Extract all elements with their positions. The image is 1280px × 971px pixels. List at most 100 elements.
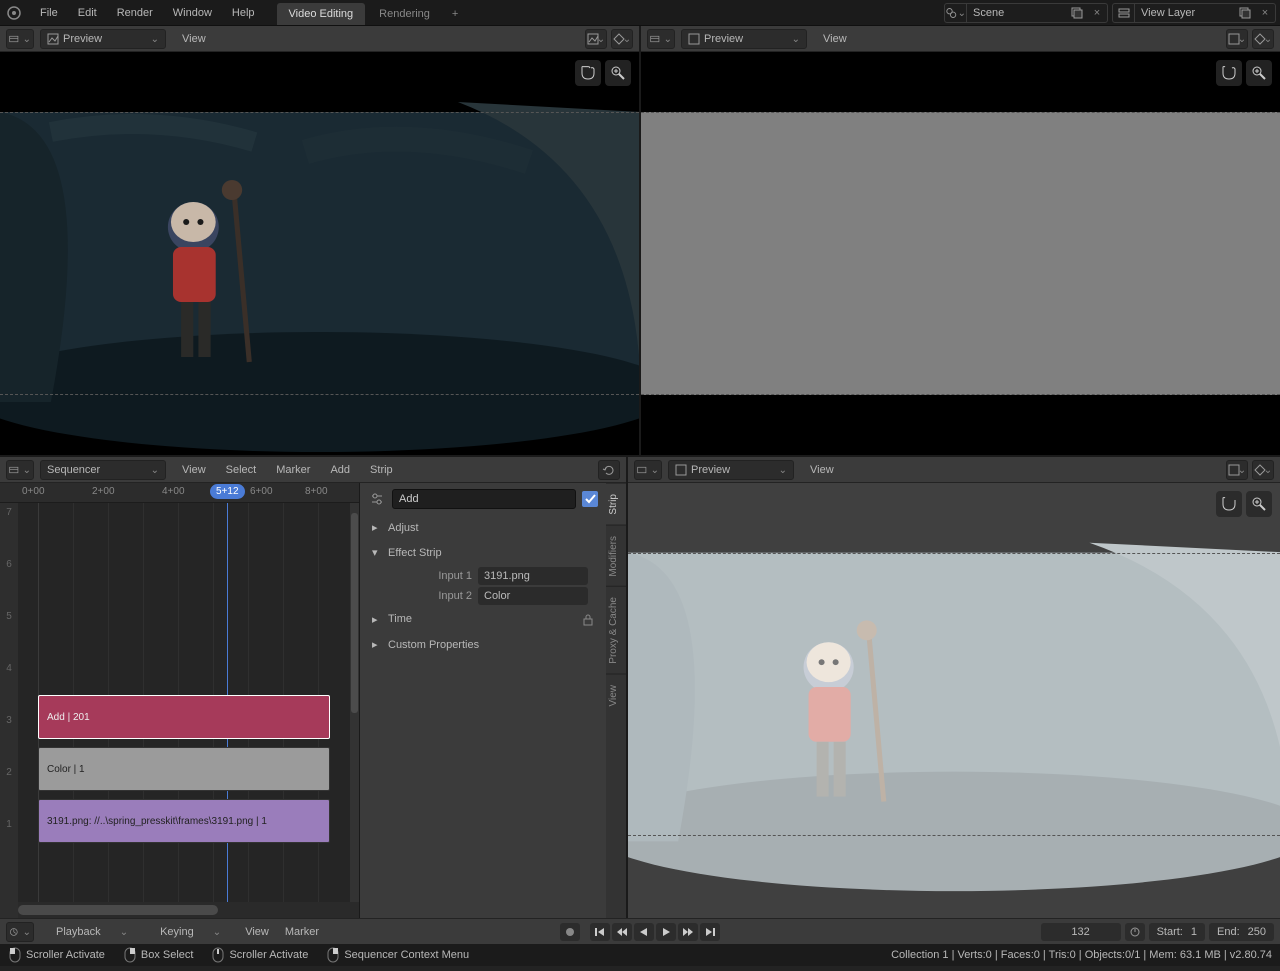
play-reverse-button[interactable] xyxy=(634,923,654,941)
playhead-indicator[interactable]: 5+12 xyxy=(210,484,245,499)
seq-vscroll[interactable] xyxy=(350,503,359,902)
scene-selector[interactable]: Scene × xyxy=(944,3,1108,23)
strip-name-field[interactable] xyxy=(392,489,576,509)
preview-view-menu[interactable]: View xyxy=(813,29,857,49)
playback-controls xyxy=(560,923,720,941)
channels-dropdown[interactable] xyxy=(1226,29,1248,49)
preview-right-viewport[interactable] xyxy=(641,52,1280,455)
sequencer-mode-dropdown[interactable]: Sequencer xyxy=(40,460,166,480)
channels-dropdown[interactable] xyxy=(585,29,607,49)
channels-dropdown[interactable] xyxy=(1226,460,1248,480)
hint-mmb: Scroller Activate xyxy=(211,947,308,963)
end-frame-field[interactable]: End:250 xyxy=(1209,923,1274,941)
jump-to-start-button[interactable] xyxy=(590,923,610,941)
editor-type-dropdown[interactable] xyxy=(6,460,34,480)
editor-type-dropdown[interactable] xyxy=(647,29,675,49)
preview-bottom-header: Preview View xyxy=(628,457,1280,483)
layer-browse-icon[interactable] xyxy=(1113,4,1135,22)
pan-view-icon[interactable] xyxy=(1216,60,1242,86)
strip-add-effect[interactable]: Add | 201 xyxy=(38,695,330,739)
props-tab-view[interactable]: View xyxy=(606,674,626,717)
jump-prev-keyframe-button[interactable] xyxy=(612,923,632,941)
pin-toggle[interactable] xyxy=(582,491,598,507)
strip-color[interactable]: Color | 1 xyxy=(38,747,330,791)
blender-logo-icon[interactable] xyxy=(4,3,24,23)
tab-rendering[interactable]: Rendering xyxy=(367,3,442,25)
display-mode-dropdown[interactable]: Preview xyxy=(40,29,166,49)
jump-to-end-button[interactable] xyxy=(700,923,720,941)
overlay-dropdown[interactable] xyxy=(611,29,633,49)
panel-time[interactable]: ▸Time xyxy=(368,607,598,632)
options-icon[interactable] xyxy=(368,492,386,506)
menu-help[interactable]: Help xyxy=(222,3,265,23)
view-layer-selector[interactable]: View Layer × xyxy=(1112,3,1276,23)
scene-browse-icon[interactable] xyxy=(945,4,967,22)
play-button[interactable] xyxy=(656,923,676,941)
props-tab-strip[interactable]: Strip xyxy=(606,483,626,525)
tl-menu-keying[interactable]: Keying xyxy=(144,922,237,942)
menu-edit[interactable]: Edit xyxy=(68,3,107,23)
preview-view-menu[interactable]: View xyxy=(800,460,844,480)
delete-scene-button[interactable]: × xyxy=(1087,4,1107,22)
editor-type-dropdown[interactable] xyxy=(634,460,662,480)
preview-left-viewport[interactable] xyxy=(0,52,639,455)
display-mode-dropdown[interactable]: Preview xyxy=(681,29,807,49)
preview-left-pane: Preview View xyxy=(0,26,641,455)
props-tab-proxy[interactable]: Proxy & Cache xyxy=(606,586,626,674)
add-workspace-button[interactable]: + xyxy=(444,3,466,25)
overlay-dropdown[interactable] xyxy=(1252,29,1274,49)
hint-lmb: Scroller Activate xyxy=(8,947,105,963)
panel-custom-properties[interactable]: ▸Custom Properties xyxy=(368,632,598,657)
input1-field[interactable]: 3191.png xyxy=(478,567,588,585)
overlay-dropdown[interactable] xyxy=(1252,460,1274,480)
display-mode-dropdown[interactable]: Preview xyxy=(668,460,794,480)
seq-menu-marker[interactable]: Marker xyxy=(266,460,320,480)
sequencer-timeline[interactable]: 0+00 2+00 4+00 6+00 8+00 5+12 7 6 5 4 3 … xyxy=(0,483,360,918)
editor-type-dropdown[interactable] xyxy=(6,29,34,49)
preview-view-menu[interactable]: View xyxy=(172,29,216,49)
pan-view-icon[interactable] xyxy=(575,60,601,86)
seq-menu-select[interactable]: Select xyxy=(216,460,267,480)
start-frame-field[interactable]: Start:1 xyxy=(1149,923,1205,941)
tab-video-editing[interactable]: Video Editing xyxy=(277,3,366,25)
pan-view-icon[interactable] xyxy=(1216,491,1242,517)
seq-menu-add[interactable]: Add xyxy=(320,460,360,480)
seq-menu-strip[interactable]: Strip xyxy=(360,460,403,480)
refresh-sequencer-button[interactable] xyxy=(598,460,620,480)
zoom-view-icon[interactable] xyxy=(605,60,631,86)
seq-hscroll[interactable] xyxy=(18,902,359,918)
panel-adjust[interactable]: ▸Adjust xyxy=(368,515,598,540)
time-ruler[interactable]: 0+00 2+00 4+00 6+00 8+00 5+12 xyxy=(0,483,359,503)
main-menu: File Edit Render Window Help xyxy=(30,3,265,23)
current-frame-field[interactable]: 132 xyxy=(1041,923,1121,941)
menu-window[interactable]: Window xyxy=(163,3,222,23)
strip-image[interactable]: 3191.png: //..\spring_presskit\frames\31… xyxy=(38,799,330,843)
jump-next-keyframe-button[interactable] xyxy=(678,923,698,941)
menu-render[interactable]: Render xyxy=(107,3,163,23)
scene-name-field[interactable]: Scene xyxy=(967,7,1067,19)
tl-menu-view[interactable]: View xyxy=(237,922,277,942)
auto-keying-toggle[interactable] xyxy=(560,923,580,941)
tl-menu-marker[interactable]: Marker xyxy=(277,922,327,942)
new-layer-button[interactable] xyxy=(1235,4,1255,22)
preview-bottom-viewport[interactable] xyxy=(628,483,1280,918)
zoom-view-icon[interactable] xyxy=(1246,491,1272,517)
menu-file[interactable]: File xyxy=(30,3,68,23)
use-preview-range-toggle[interactable] xyxy=(1125,923,1145,941)
scene-statistics: Collection 1 | Verts:0 | Faces:0 | Tris:… xyxy=(891,949,1272,961)
safe-area-box xyxy=(628,553,1280,836)
preview-right-header: Preview View xyxy=(641,26,1280,52)
timeline-editor-dropdown[interactable] xyxy=(6,922,34,942)
preview-bottom-pane: Preview View xyxy=(628,457,1280,918)
strip-properties-panel: ▸Adjust ▾Effect Strip Input 1 3191.png I… xyxy=(360,483,626,918)
zoom-view-icon[interactable] xyxy=(1246,60,1272,86)
lock-icon[interactable] xyxy=(582,614,594,626)
new-scene-button[interactable] xyxy=(1067,4,1087,22)
input2-field[interactable]: Color xyxy=(478,587,588,605)
props-tab-modifiers[interactable]: Modifiers xyxy=(606,525,626,587)
delete-layer-button[interactable]: × xyxy=(1255,4,1275,22)
tl-menu-playback[interactable]: Playback xyxy=(40,922,144,942)
panel-effect-strip[interactable]: ▾Effect Strip xyxy=(368,540,598,565)
seq-menu-view[interactable]: View xyxy=(172,460,216,480)
view-layer-name-field[interactable]: View Layer xyxy=(1135,7,1235,19)
